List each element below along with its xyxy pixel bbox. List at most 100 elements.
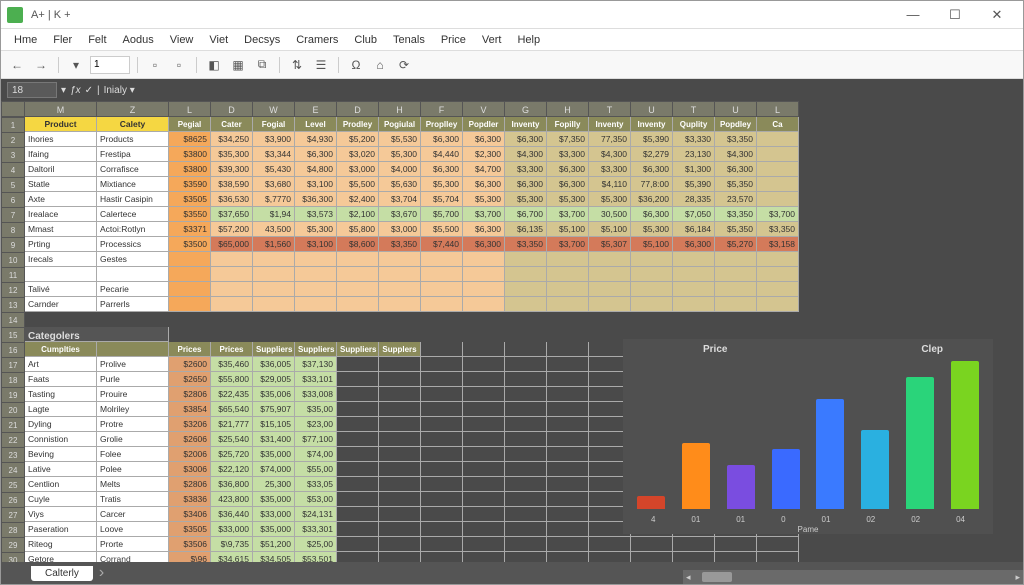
cell[interactable]: Getore	[25, 552, 97, 562]
cell[interactable]	[337, 387, 379, 402]
cell[interactable]	[757, 162, 799, 177]
cell[interactable]	[463, 342, 505, 357]
cell[interactable]: Hastir Casipin	[97, 192, 169, 207]
cell[interactable]: $6,300	[463, 222, 505, 237]
cell[interactable]: $24,131	[295, 507, 337, 522]
cell[interactable]: $5,300	[463, 192, 505, 207]
col-header[interactable]: W	[253, 101, 295, 117]
row-number[interactable]: 4	[1, 163, 25, 178]
cell[interactable]: $3,300	[505, 162, 547, 177]
cell[interactable]: $2806	[169, 477, 211, 492]
cell[interactable]	[337, 462, 379, 477]
cell[interactable]	[337, 477, 379, 492]
cell[interactable]: Polee	[97, 462, 169, 477]
cell[interactable]: $,7770	[253, 192, 295, 207]
cell[interactable]	[631, 252, 673, 267]
cell[interactable]	[379, 537, 421, 552]
cell[interactable]: Prouire	[97, 387, 169, 402]
cell[interactable]: 77,8:00	[631, 177, 673, 192]
cell[interactable]	[631, 537, 673, 552]
cell[interactable]: Carnder	[25, 297, 97, 312]
cell[interactable]	[337, 432, 379, 447]
cell[interactable]: $8,600	[337, 237, 379, 252]
menu-view[interactable]: View	[163, 32, 201, 48]
cell[interactable]: $22,120	[211, 462, 253, 477]
cell[interactable]	[505, 432, 547, 447]
cell[interactable]: Centlion	[25, 477, 97, 492]
cell[interactable]: $36,300	[295, 192, 337, 207]
cell-reference-input[interactable]	[7, 82, 57, 98]
cell[interactable]: $5,100	[547, 222, 589, 237]
cell[interactable]: Loove	[97, 522, 169, 537]
dropdown-icon[interactable]: ▾	[66, 55, 86, 75]
cell[interactable]	[337, 282, 379, 297]
cell[interactable]: $35,000	[253, 492, 295, 507]
cell[interactable]: $3800	[169, 147, 211, 162]
cell[interactable]: Suppliers	[337, 342, 379, 357]
cell[interactable]	[715, 267, 757, 282]
cell[interactable]: Lagte	[25, 402, 97, 417]
cell[interactable]	[715, 537, 757, 552]
row-number[interactable]: 24	[1, 463, 25, 478]
cell[interactable]: $35,460	[211, 357, 253, 372]
cell[interactable]: Ihories	[25, 132, 97, 147]
cell[interactable]	[463, 297, 505, 312]
cell[interactable]: $2606	[169, 432, 211, 447]
cell[interactable]: $22,435	[211, 387, 253, 402]
cell[interactable]: $5,300	[589, 192, 631, 207]
fx-dropdown[interactable]: Inialy ▾	[104, 85, 135, 96]
cell[interactable]: $15,105	[253, 417, 295, 432]
cell[interactable]	[463, 402, 505, 417]
sheet-tab-active[interactable]: Calterly	[31, 566, 93, 581]
cell[interactable]	[253, 297, 295, 312]
cell[interactable]: $7,050	[673, 207, 715, 222]
cell[interactable]	[97, 267, 169, 282]
cell[interactable]: $4,300	[589, 147, 631, 162]
minimize-button[interactable]: —	[893, 3, 933, 27]
cell[interactable]: $3,350	[715, 132, 757, 147]
cell[interactable]: Inventy	[505, 117, 547, 132]
cell[interactable]	[673, 552, 715, 562]
cell[interactable]	[379, 462, 421, 477]
cell[interactable]: Irealace	[25, 207, 97, 222]
cell[interactable]	[379, 432, 421, 447]
cell[interactable]: $6,300	[421, 162, 463, 177]
cell[interactable]: Cuyle	[25, 492, 97, 507]
cell[interactable]: $23,00	[295, 417, 337, 432]
cell[interactable]: $5,390	[673, 177, 715, 192]
cell[interactable]	[379, 492, 421, 507]
cell[interactable]	[505, 267, 547, 282]
cell[interactable]	[379, 477, 421, 492]
cell[interactable]: Faats	[25, 372, 97, 387]
cell[interactable]	[295, 297, 337, 312]
cell[interactable]	[547, 492, 589, 507]
cell[interactable]: Actoi:Rotlyn	[97, 222, 169, 237]
cell[interactable]	[337, 402, 379, 417]
cell[interactable]: $36,530	[211, 192, 253, 207]
cell[interactable]: Mmast	[25, 222, 97, 237]
cell[interactable]: $51,200	[253, 537, 295, 552]
filter-icon[interactable]: ☰	[311, 55, 331, 75]
cell[interactable]	[337, 522, 379, 537]
cell[interactable]: $2650	[169, 372, 211, 387]
cell[interactable]	[421, 252, 463, 267]
cell[interactable]	[757, 297, 799, 312]
cell[interactable]	[421, 552, 463, 562]
shapes-icon[interactable]: ◧	[204, 55, 224, 75]
cell[interactable]: $7,350	[547, 132, 589, 147]
cell[interactable]	[421, 417, 463, 432]
row-number[interactable]: 29	[1, 538, 25, 553]
cell[interactable]	[547, 267, 589, 282]
cell[interactable]	[463, 252, 505, 267]
cell[interactable]	[589, 282, 631, 297]
cell[interactable]: $6,300	[547, 177, 589, 192]
cells-area[interactable]: ProductCaletyPegialCaterFogialLevelProdl…	[25, 117, 1023, 562]
cell[interactable]	[673, 297, 715, 312]
cell[interactable]: Statle	[25, 177, 97, 192]
cell[interactable]	[337, 537, 379, 552]
cell[interactable]: $3,000	[337, 162, 379, 177]
cell[interactable]: Suppliers	[295, 342, 337, 357]
col-header[interactable]: E	[295, 101, 337, 117]
cell[interactable]	[505, 552, 547, 562]
row-number[interactable]: 19	[1, 388, 25, 403]
